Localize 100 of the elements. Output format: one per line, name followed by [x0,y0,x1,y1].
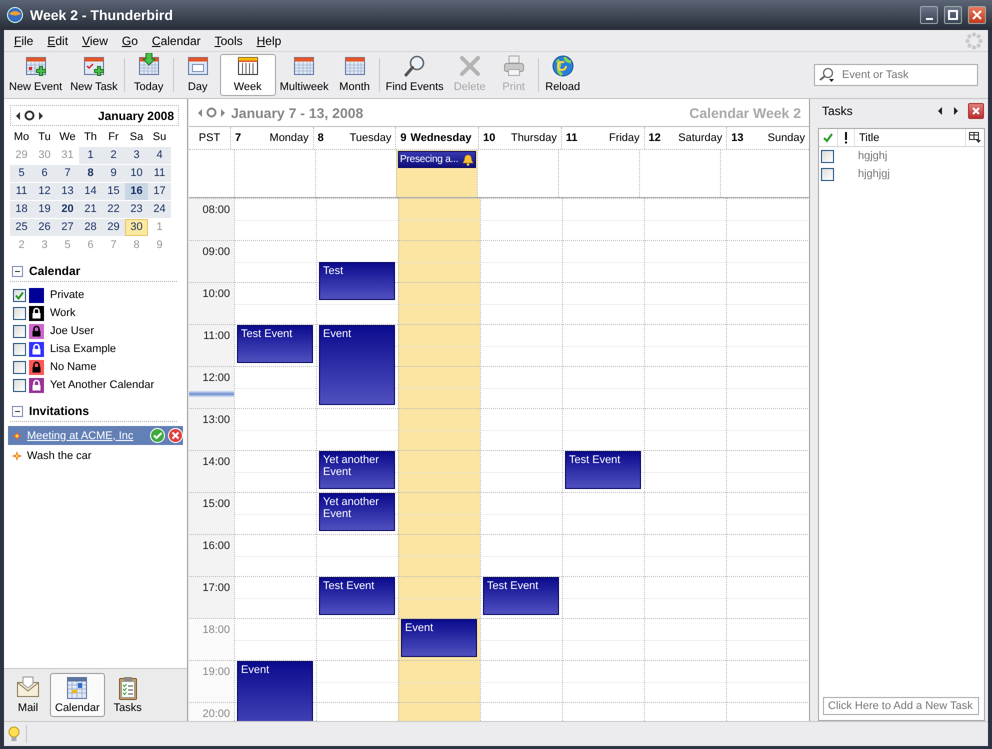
maximize-button[interactable] [944,6,962,24]
event[interactable]: Event [237,661,313,721]
day-view-button[interactable]: Day [176,54,220,96]
calendar-day[interactable]: 5 [10,165,33,182]
menu-item[interactable]: Go [114,34,145,48]
checkbox[interactable] [13,288,26,302]
event[interactable]: Test Event [483,577,559,615]
invitation-item[interactable]: Meeting at ACME, Inc [8,426,183,445]
calendar-day[interactable]: 12 [33,183,56,200]
calendar-day[interactable]: 22 [102,201,125,218]
calendar-day[interactable]: 11 [148,165,171,182]
calendar-day[interactable]: 18 [10,201,33,218]
day-header[interactable]: 8 Tuesday [312,127,396,149]
menu-item[interactable]: File [7,34,40,48]
calendar-day[interactable]: 14 [79,183,102,200]
calendar-day[interactable]: 29 [102,219,125,236]
checkbox[interactable] [13,324,26,338]
previous-icon[interactable] [938,107,943,115]
new-event-button[interactable]: New Event [5,54,66,96]
tasks-mode-button[interactable]: Tasks [108,673,147,717]
calendar-day[interactable]: 1 [79,147,102,164]
mail-mode-button[interactable]: Mail [10,673,46,717]
previous-month-icon[interactable] [15,110,21,120]
event[interactable]: Test Event [237,325,313,363]
calendar-day[interactable]: 2 [102,147,125,164]
all-day-event[interactable]: Presecing a... [398,151,476,168]
close-button[interactable] [968,6,986,24]
day-header[interactable]: 12 Saturday [644,127,726,149]
reload-button[interactable]: Reload [540,54,585,96]
checkbox[interactable] [821,168,834,180]
calendar-day[interactable]: 10 [125,165,148,182]
lightbulb-icon [8,726,20,742]
calendar-day[interactable]: 3 [125,147,148,164]
event[interactable]: Yet another Event [319,493,395,531]
new-task-button[interactable]: New Task [66,54,122,96]
event[interactable]: Event [319,325,395,405]
calendar-day[interactable]: 4 [148,147,171,164]
calendar-day[interactable]: 15 [102,183,125,200]
month-view-button[interactable]: Month [332,54,377,96]
calendar-day[interactable]: 27 [56,219,79,236]
event[interactable]: Test Event [565,451,641,489]
menu-item[interactable]: View [75,34,115,48]
today-button[interactable]: Today [126,54,171,96]
calendar-day[interactable]: 6 [33,165,56,182]
calendar-day[interactable]: 30 [125,219,148,236]
calendar-day[interactable]: 9 [102,165,125,182]
next-month-icon[interactable] [38,110,44,120]
next-icon[interactable] [953,107,958,115]
menu-item[interactable]: Calendar [144,34,208,48]
next-week-icon[interactable] [220,108,226,118]
day-header[interactable]: 10 Thursday [478,127,561,149]
accept-icon[interactable] [150,428,165,443]
menu-item[interactable]: Help [250,34,288,48]
calendar-mode-button[interactable]: Calendar [50,673,105,717]
calendar-day[interactable]: 24 [148,201,171,218]
search-field[interactable]: Event or Task [814,64,978,86]
calendar-day[interactable]: 25 [10,219,33,236]
close-pane-button[interactable] [968,103,984,119]
checkbox[interactable] [13,306,26,320]
checkbox[interactable] [13,360,26,374]
week-label: Calendar Week 2 [689,104,801,120]
decline-icon[interactable] [168,428,183,443]
calendar-day[interactable]: 28 [79,219,102,236]
calendar-day[interactable]: 23 [125,201,148,218]
calendar-day[interactable]: 20 [56,201,79,218]
calendar-day[interactable]: 13 [56,183,79,200]
calendar-day[interactable]: 21 [79,201,102,218]
calendar-day[interactable]: 16 [125,183,148,200]
collapse-icon[interactable] [12,406,23,416]
menu-item[interactable]: Tools [208,34,250,48]
event[interactable]: Event [401,619,477,657]
event[interactable]: Test [319,262,395,300]
previous-week-icon[interactable] [197,108,203,118]
new-task-field[interactable]: Click Here to Add a New Task [823,697,979,715]
checkbox[interactable] [821,150,834,162]
collapse-icon[interactable] [12,266,23,276]
calendar-day[interactable]: 11 [10,183,33,200]
multiweek-view-button[interactable]: Multiweek [276,54,333,96]
day-header[interactable]: 13 Sunday [726,127,809,149]
today-icon[interactable] [24,110,35,121]
column-picker-icon[interactable] [969,132,981,143]
week-view-button[interactable]: Week [220,54,276,96]
invitation-item[interactable]: Wash the car [8,446,183,465]
day-header[interactable]: 9 Wednesday [395,127,478,149]
menu-item[interactable]: Edit [40,34,76,48]
weekday-label: Mo [12,130,30,145]
minimize-button[interactable] [920,6,938,24]
event[interactable]: Yet another Event [319,451,395,489]
calendar-day[interactable]: 17 [148,183,171,200]
time-label: 15:00 [189,492,234,534]
checkbox[interactable] [13,378,26,392]
calendar-day[interactable]: 26 [33,219,56,236]
checkbox[interactable] [13,342,26,356]
calendar-day[interactable]: 8 [79,165,102,182]
event[interactable]: Test Event [319,577,395,615]
day-header[interactable]: 7 Monday [230,127,313,149]
day-header[interactable]: 11 Friday [560,127,644,149]
find-events-button[interactable]: Find Events [382,54,448,96]
calendar-day[interactable]: 19 [33,201,56,218]
calendar-day[interactable]: 7 [56,165,79,182]
